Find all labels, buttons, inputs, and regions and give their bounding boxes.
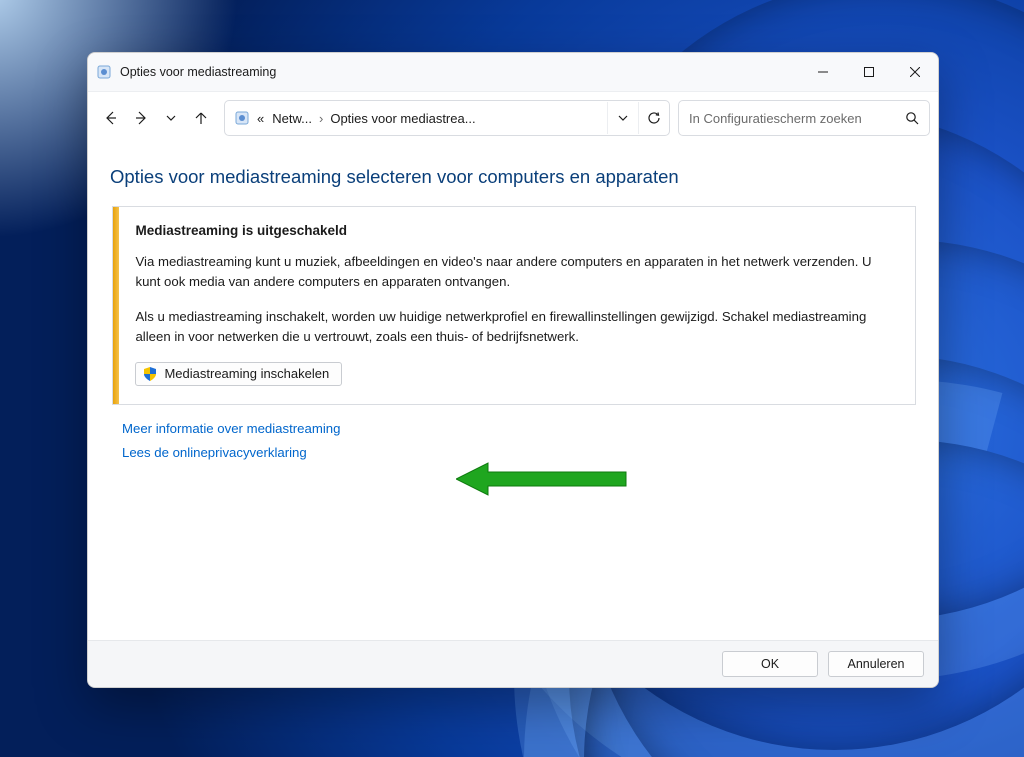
control-panel-window: Opties voor mediastreaming <box>87 52 939 688</box>
enable-mediastreaming-button[interactable]: Mediastreaming inschakelen <box>135 362 342 386</box>
address-bar[interactable]: « Netw... › Opties voor mediastrea... <box>224 100 670 136</box>
search-icon <box>903 111 921 125</box>
back-button[interactable] <box>96 100 126 136</box>
maximize-button[interactable] <box>846 53 892 91</box>
window-title: Opties voor mediastreaming <box>120 65 276 79</box>
notice-title: Mediastreaming is uitgeschakeld <box>135 221 897 242</box>
forward-button[interactable] <box>126 100 156 136</box>
navigation-row: « Netw... › Opties voor mediastrea... <box>88 92 938 144</box>
address-dropdown-button[interactable] <box>607 102 638 134</box>
window-titlebar[interactable]: Opties voor mediastreaming <box>88 53 938 92</box>
page-heading: Opties voor mediastreaming selecteren vo… <box>110 166 916 188</box>
breadcrumb-current[interactable]: Opties voor mediastrea... <box>326 111 479 126</box>
search-input[interactable] <box>687 110 903 127</box>
recent-locations-button[interactable] <box>156 100 186 136</box>
minimize-button[interactable] <box>800 53 846 91</box>
refresh-button[interactable] <box>638 102 669 134</box>
notice-paragraph-1: Via mediastreaming kunt u muziek, afbeel… <box>135 252 897 293</box>
cancel-button[interactable]: Annuleren <box>828 651 924 677</box>
up-button[interactable] <box>186 100 216 136</box>
notice-panel: Mediastreaming is uitgeschakeld Via medi… <box>112 206 916 405</box>
notice-paragraph-2: Als u mediastreaming inschakelt, worden … <box>135 307 897 348</box>
chevron-right-icon: › <box>316 111 326 126</box>
dialog-footer: OK Annuleren <box>88 640 938 687</box>
app-icon <box>88 64 120 80</box>
uac-shield-icon <box>142 366 158 382</box>
content-area: Opties voor mediastreaming selecteren vo… <box>88 144 938 640</box>
links-section: Meer informatie over mediastreaming Lees… <box>122 417 916 465</box>
close-button[interactable] <box>892 53 938 91</box>
breadcrumb-root[interactable]: « <box>253 111 268 126</box>
ok-button[interactable]: OK <box>722 651 818 677</box>
privacy-link[interactable]: Lees de onlineprivacyverklaring <box>122 445 307 460</box>
more-info-link[interactable]: Meer informatie over mediastreaming <box>122 421 340 436</box>
enable-button-label: Mediastreaming inschakelen <box>164 366 329 381</box>
control-panel-icon <box>231 110 253 126</box>
search-box[interactable] <box>678 100 930 136</box>
breadcrumb-network[interactable]: Netw... <box>268 111 316 126</box>
